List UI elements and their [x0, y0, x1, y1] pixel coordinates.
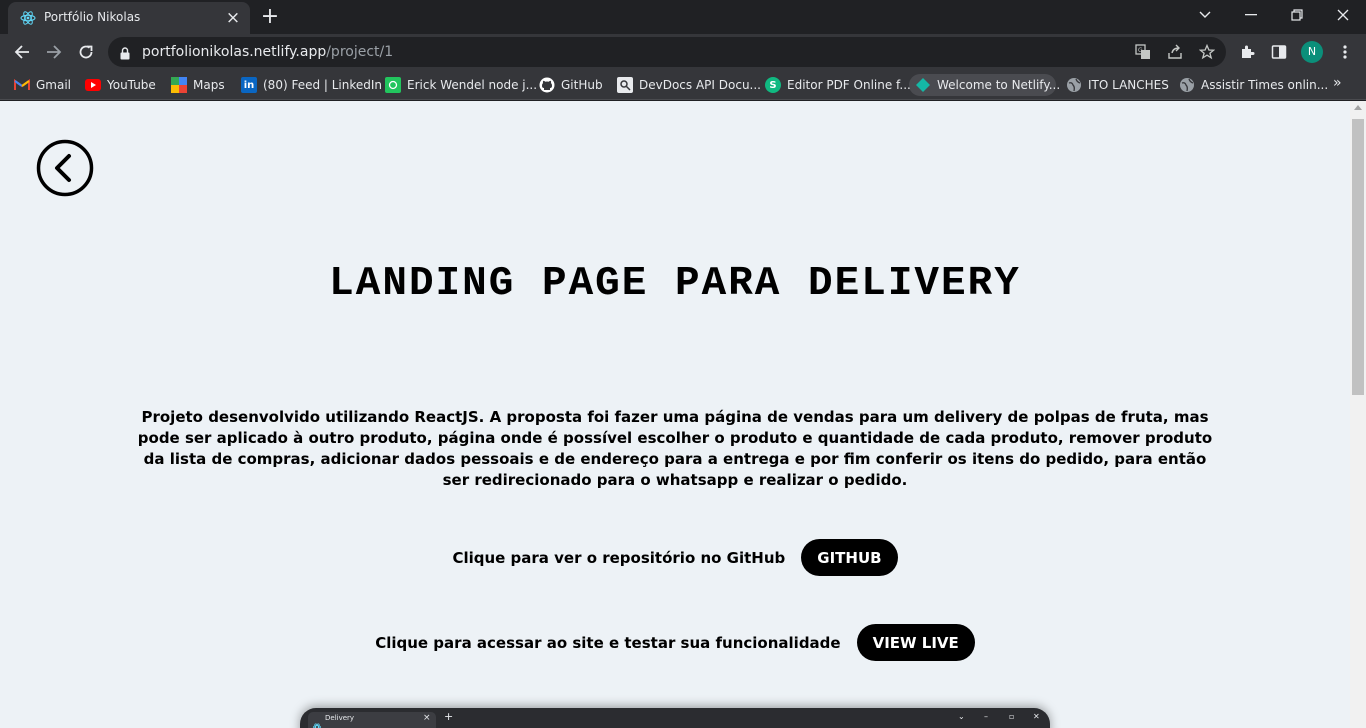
- lock-icon[interactable]: [120, 45, 130, 64]
- project-description: Projeto desenvolvido utilizando ReactJS.…: [137, 408, 1213, 489]
- bookmark-linkedin[interactable]: in (80) Feed | LinkedIn: [235, 74, 388, 96]
- star-icon[interactable]: [1198, 43, 1216, 61]
- back-circle-icon[interactable]: [36, 139, 94, 197]
- react-icon: [313, 716, 321, 728]
- bookmark-label: Welcome to Netlify...: [937, 78, 1061, 92]
- github-cta-row: Clique para ver o repositório no GitHub …: [0, 539, 1350, 576]
- bookmark-label: DevDocs API Docu...: [639, 78, 761, 92]
- address-bar[interactable]: portfolionikolas.netlify.app/project/1 G: [108, 37, 1226, 67]
- pdf-editor-icon: S: [765, 77, 781, 93]
- maps-icon: [171, 77, 187, 93]
- bookmark-maps[interactable]: Maps: [165, 74, 231, 96]
- live-cta-row: Clique para acessar ao site e testar sua…: [0, 624, 1350, 661]
- browser-toolbar: portfolionikolas.netlify.app/project/1 G…: [0, 34, 1366, 70]
- minimize-icon[interactable]: [1228, 0, 1274, 30]
- github-cta-text: Clique para ver o repositório no GitHub: [452, 548, 786, 567]
- minimize-icon: –: [984, 712, 988, 721]
- netlify-icon: [915, 77, 931, 93]
- menu-dots-icon[interactable]: [1335, 42, 1355, 62]
- bookmark-label: ITO LANCHES: [1088, 78, 1169, 92]
- linkedin-icon: in: [241, 77, 257, 93]
- bookmark-label: Maps: [193, 78, 225, 92]
- bookmark-assistir-times[interactable]: Assistir Times onlin...: [1173, 74, 1334, 96]
- bookmarks-bar: Gmail YouTube Maps in (80) Feed | Linked…: [0, 70, 1366, 100]
- bookmark-erick-wendel[interactable]: Erick Wendel node j...: [379, 74, 543, 96]
- translate-icon[interactable]: G: [1134, 43, 1152, 61]
- bookmark-pdf-editor[interactable]: S Editor PDF Online f...: [759, 74, 917, 96]
- bookmark-label: YouTube: [107, 78, 156, 92]
- page-scrollbar[interactable]: [1350, 101, 1366, 728]
- bookmark-label: (80) Feed | LinkedIn: [263, 78, 383, 92]
- github-icon: [539, 77, 555, 93]
- scrollbar-thumb[interactable]: [1352, 119, 1364, 395]
- gmail-icon: [14, 77, 30, 93]
- scroll-up-arrow-icon[interactable]: [1354, 105, 1362, 110]
- more-bookmarks-icon[interactable]: »: [1333, 75, 1342, 91]
- share-icon[interactable]: [1166, 43, 1184, 61]
- svg-text:G: G: [1138, 47, 1143, 54]
- bookmark-devdocs[interactable]: DevDocs API Docu...: [611, 74, 767, 96]
- tab-title: Portfólio Nikolas: [44, 10, 141, 24]
- extensions-icon[interactable]: [1237, 42, 1257, 62]
- bookmark-label: Assistir Times onlin...: [1201, 78, 1329, 92]
- project-preview-image: Delivery × + ⌄ – ▫ ✕: [300, 708, 1050, 728]
- chevron-down-icon: ⌄: [958, 712, 965, 721]
- bookmark-youtube[interactable]: YouTube: [79, 74, 162, 96]
- preview-tab-title: Delivery: [325, 714, 355, 722]
- github-button[interactable]: GITHUB: [801, 539, 898, 576]
- react-icon: [20, 10, 36, 26]
- close-tab-icon[interactable]: ×: [224, 9, 242, 27]
- devdocs-icon: [617, 77, 633, 93]
- view-live-button[interactable]: VIEW LIVE: [856, 624, 975, 661]
- url-text[interactable]: portfolionikolas.netlify.app/project/1: [142, 44, 393, 60]
- bookmark-label: Editor PDF Online f...: [787, 78, 911, 92]
- bookmark-label: Gmail: [36, 78, 72, 92]
- bookmark-label: GitHub: [561, 78, 603, 92]
- globe-icon: [1179, 77, 1195, 93]
- bookmark-netlify[interactable]: Welcome to Netlify...: [909, 74, 1060, 96]
- reload-icon[interactable]: [72, 38, 100, 66]
- page-title: LANDING PAGE PARA DELIVERY: [329, 261, 1021, 307]
- close-icon: ✕: [1033, 712, 1040, 721]
- restore-icon[interactable]: [1274, 0, 1320, 30]
- forward-arrow-icon[interactable]: [40, 38, 68, 66]
- bookmark-ito-lanches[interactable]: ITO LANCHES: [1060, 74, 1175, 96]
- live-cta-text: Clique para acessar ao site e testar sua…: [375, 633, 841, 652]
- bookmark-gmail[interactable]: Gmail: [8, 74, 77, 96]
- bookmark-label: Erick Wendel node j...: [407, 78, 538, 92]
- chevron-down-icon[interactable]: [1182, 0, 1228, 30]
- tab-strip: Portfólio Nikolas × +: [0, 0, 1366, 34]
- side-panel-icon[interactable]: [1269, 42, 1289, 62]
- url-host: portfolionikolas.netlify.app: [142, 44, 327, 60]
- new-tab-button[interactable]: +: [259, 6, 281, 28]
- close-window-icon[interactable]: [1320, 0, 1366, 30]
- profile-avatar[interactable]: N: [1301, 41, 1323, 63]
- close-icon: ×: [423, 713, 431, 723]
- page-viewport: LANDING PAGE PARA DELIVERY Projeto desen…: [0, 101, 1350, 728]
- back-arrow-icon[interactable]: [8, 38, 36, 66]
- preview-tab: Delivery ×: [308, 712, 436, 728]
- plus-icon: +: [444, 710, 454, 723]
- url-path: /project/1: [326, 44, 394, 60]
- erick-wendel-icon: [385, 77, 401, 93]
- restore-icon: ▫: [1009, 712, 1015, 721]
- tab-portfolio[interactable]: Portfólio Nikolas ×: [8, 2, 250, 34]
- globe-icon: [1066, 77, 1082, 93]
- bookmark-github[interactable]: GitHub: [533, 74, 609, 96]
- youtube-icon: [85, 77, 101, 93]
